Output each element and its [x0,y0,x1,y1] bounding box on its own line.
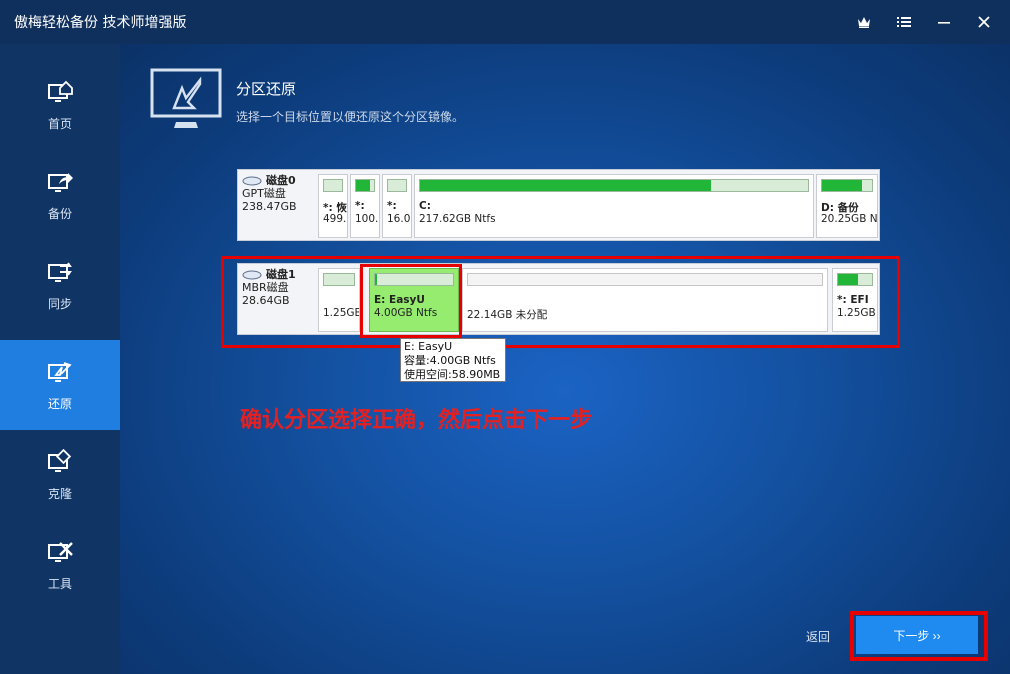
partition-highlight-box [360,264,462,338]
close-icon[interactable] [964,0,1004,44]
partition-label: *: [355,200,365,212]
sidebar-item-label: 同步 [47,296,72,311]
sidebar: 首页 备份 同步 还原 克隆 工具 [0,44,120,674]
disk-highlight-box [221,256,900,348]
sidebar-item-label: 克隆 [47,486,72,501]
tooltip-capacity: 容量:4.00GB Ntfs [404,354,496,367]
sidebar-item-tools[interactable]: 工具 [0,520,120,610]
menu-icon[interactable] [884,0,924,44]
disk-name: 磁盘0 [266,174,296,187]
page-subtitle: 选择一个目标位置以便还原这个分区镜像。 [236,110,465,124]
crown-icon[interactable] [844,0,884,44]
partition-info: 20.25GB Nt [821,213,878,225]
partition[interactable]: *: 100. [350,174,380,238]
disk-0-panel: 磁盘0 GPT磁盘 238.47GB *: 恢 499. *: 100. *: … [237,169,880,241]
backup-icon [48,172,73,192]
clone-icon [48,448,72,472]
sync-icon [48,261,72,282]
disk-type: GPT磁盘 [242,187,286,200]
disk-icon [242,176,262,185]
minimize-icon[interactable] [924,0,964,44]
sidebar-item-backup[interactable]: 备份 [0,150,120,240]
window-controls [844,0,1004,44]
partition-info: 217.62GB Ntfs [419,213,496,225]
home-icon [48,80,73,102]
restore-monitor-icon [150,68,222,128]
back-button[interactable]: 返回 [806,628,830,645]
tooltip-title: E: EasyU [404,340,453,353]
restore-icon [48,361,72,382]
sidebar-item-restore[interactable]: 还原 [0,340,120,430]
window-title: 傲梅轻松备份 技术师增强版 [14,15,187,31]
partition-label: *: [387,200,397,212]
title-bar: 傲梅轻松备份 技术师增强版 [0,0,1010,44]
partition-label: C: [419,200,431,212]
page-title: 分区还原 [236,80,297,98]
partition-info: 499. [323,213,347,225]
main-panel: 分区还原 选择一个目标位置以便还原这个分区镜像。 磁盘0 GPT磁盘 238.4… [120,44,1010,674]
tools-icon [48,541,73,562]
partition-info: 100. [355,213,379,225]
partition[interactable]: *: 恢 499. [318,174,348,238]
sidebar-item-label: 备份 [47,206,72,221]
sidebar-item-home[interactable]: 首页 [0,60,120,150]
partition-tooltip: E: EasyU 容量:4.00GB Ntfs 使用空间:58.90MB [400,338,506,382]
next-button[interactable]: 下一步 ›› [856,616,978,654]
disk-info: 磁盘0 GPT磁盘 238.47GB [242,174,312,213]
sidebar-item-label: 工具 [47,576,72,591]
instruction-text: 确认分区选择正确，然后点击下一步 [240,408,593,433]
sidebar-item-sync[interactable]: 同步 [0,240,120,330]
sidebar-item-label: 还原 [47,396,72,411]
partition[interactable]: C: 217.62GB Ntfs [414,174,814,238]
sidebar-item-clone[interactable]: 克隆 [0,430,120,520]
sidebar-item-label: 首页 [47,116,72,131]
partition[interactable]: *: 16.0 [382,174,412,238]
partition-info: 16.0 [387,213,411,225]
disk-size: 238.47GB [242,200,297,213]
tooltip-used: 使用空间:58.90MB [404,368,501,381]
partition[interactable]: D: 备份 20.25GB Nt [816,174,878,238]
